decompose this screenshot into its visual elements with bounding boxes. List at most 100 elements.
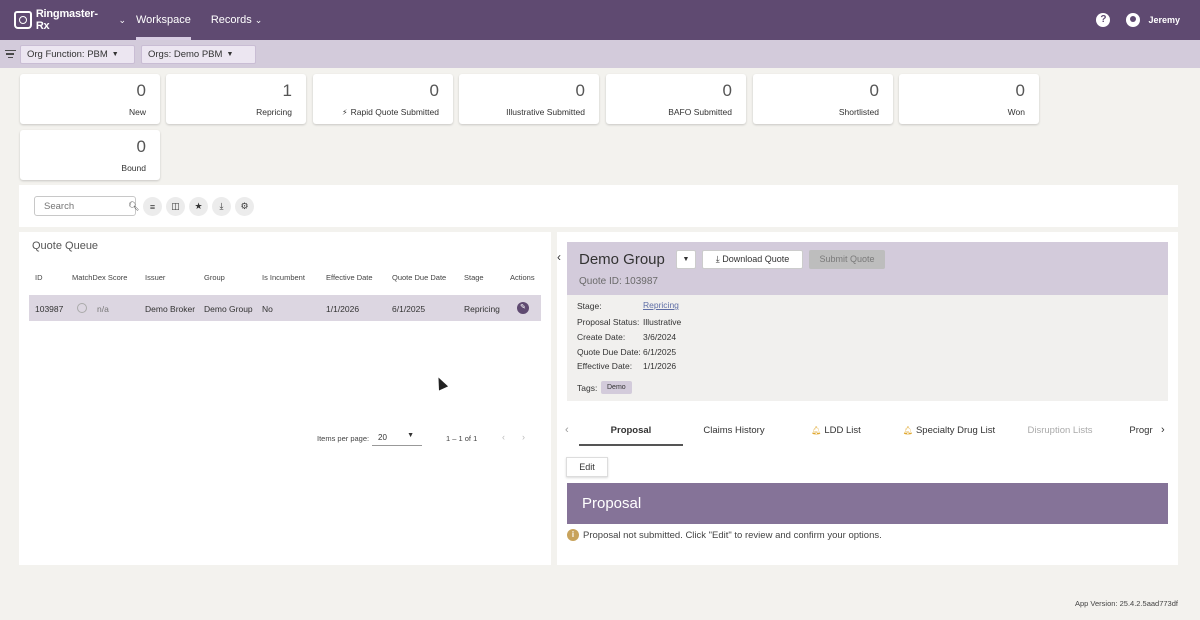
logo-icon: [14, 11, 32, 29]
effective-date-label: Effective Date:: [577, 361, 633, 371]
tabs-next-icon[interactable]: ›: [1161, 424, 1165, 436]
proposal-notice: i Proposal not submitted. Click "Edit" t…: [567, 529, 882, 541]
caret-down-icon: ▼: [226, 51, 234, 58]
column-header-stage[interactable]: Stage: [464, 273, 484, 282]
quote-due-date-value: 6/1/2025: [643, 347, 677, 357]
column-header-issuer[interactable]: Issuer: [145, 273, 165, 282]
stat-card-rapid-quote[interactable]: 0 ⚡ Rapid Quote Submitted: [313, 74, 453, 124]
org-function-filter[interactable]: Org Function: PBM ▼: [20, 45, 135, 64]
filter-list-button[interactable]: ≡: [143, 197, 162, 216]
cell-stage: Repricing: [464, 304, 500, 314]
nav-workspace[interactable]: Workspace: [126, 0, 201, 40]
cell-effective-date: 1/1/2026: [326, 304, 360, 314]
export-button[interactable]: ⤓: [212, 197, 231, 216]
cell-incumbent: No: [262, 304, 273, 314]
stat-card-shortlisted[interactable]: 0 Shortlisted: [753, 74, 893, 124]
tab-proposal[interactable]: Proposal: [579, 418, 683, 446]
nav-records[interactable]: Records ⌄: [201, 0, 273, 40]
stat-label: Shortlisted: [838, 107, 879, 117]
stat-label: New: [128, 107, 146, 117]
proposal-notice-text: Proposal not submitted. Click "Edit" to …: [583, 529, 882, 541]
nav-records-label: Records: [210, 14, 252, 26]
tabs-prev-icon[interactable]: ‹: [565, 424, 569, 436]
columns-icon: ◫: [171, 201, 180, 211]
column-header-id[interactable]: ID: [35, 273, 43, 282]
stat-value: 0: [575, 81, 585, 100]
edit-button[interactable]: Edit: [566, 457, 608, 477]
stat-label: Won: [1007, 107, 1025, 117]
gear-icon: ⚙: [240, 201, 249, 211]
help-icon[interactable]: ?: [1096, 13, 1111, 27]
stat-card-bafo[interactable]: 0 BAFO Submitted: [606, 74, 746, 124]
tag-badge[interactable]: Demo: [601, 381, 632, 394]
detail-menu-button[interactable]: ▼: [676, 250, 696, 269]
prev-page-icon[interactable]: ‹: [502, 432, 505, 442]
stat-value: 0: [869, 81, 879, 100]
orgs-filter[interactable]: Orgs: Demo PBM ▼: [141, 45, 256, 64]
chevron-left-icon[interactable]: ‹: [557, 250, 561, 264]
stage-label: Stage:: [577, 301, 602, 311]
stat-card-won[interactable]: 0 Won: [899, 74, 1039, 124]
caret-down-icon: ▼: [111, 51, 119, 58]
column-header-incumbent[interactable]: Is Incumbent: [262, 273, 305, 282]
stat-card-repricing[interactable]: 1 Repricing: [166, 74, 306, 124]
stat-value: 1: [282, 81, 292, 100]
user-name[interactable]: Jeremy: [1148, 15, 1180, 25]
search-box[interactable]: 🔍︎: [34, 196, 139, 216]
page-range: 1 – 1 of 1: [446, 434, 478, 443]
stat-card-new[interactable]: 0 New: [20, 74, 160, 124]
user-avatar-icon[interactable]: [1126, 13, 1141, 27]
cell-id: 103987: [35, 304, 64, 314]
filter-lines-icon: ≡: [149, 201, 156, 212]
submit-quote-button[interactable]: Submit Quote: [809, 250, 885, 269]
orgs-label: Orgs: Demo PBM: [148, 49, 223, 60]
tab-claims-history[interactable]: Claims History: [692, 418, 776, 446]
column-header-due-date[interactable]: Quote Due Date: [392, 273, 446, 282]
org-function-label: Org Function: PBM: [27, 49, 108, 60]
stat-card-bound[interactable]: 0 Bound: [20, 130, 160, 180]
items-per-page-select[interactable]: 20 ▼: [372, 431, 422, 446]
proposal-section-title: Proposal: [567, 483, 1168, 524]
create-date-label: Create Date:: [577, 332, 626, 342]
search-icon[interactable]: 🔍︎: [128, 201, 139, 212]
chevron-down-icon[interactable]: ⌄: [118, 15, 126, 26]
download-icon: ⤓: [715, 254, 720, 264]
favorites-button[interactable]: ★: [189, 197, 208, 216]
stat-label-wrap: ⚡ Rapid Quote Submitted: [342, 107, 439, 117]
stage-link[interactable]: Repricing: [643, 300, 679, 310]
app-logo[interactable]: Ringmaster-Rx ⌄: [14, 8, 126, 32]
detail-fields: Stage: Repricing Proposal Status: Illust…: [567, 295, 1168, 401]
next-page-icon[interactable]: ›: [522, 432, 525, 442]
tab-ldd-list[interactable]: 🔔︎ LDD List: [803, 418, 869, 446]
detail-header: Demo Group Quote ID: 103987 ▼ ⤓ Download…: [567, 242, 1168, 295]
detail-group-name: Demo Group: [579, 251, 665, 268]
bell-icon: 🔔︎: [811, 426, 822, 435]
settings-button[interactable]: ⚙: [235, 197, 254, 216]
effective-date-value: 1/1/2026: [643, 361, 677, 371]
column-header-group[interactable]: Group: [204, 273, 225, 282]
stat-label: Bound: [121, 163, 146, 173]
tab-program[interactable]: Progr: [1127, 418, 1155, 446]
quote-due-date-label: Quote Due Date:: [577, 347, 641, 357]
cell-group: Demo Group: [204, 304, 253, 314]
detail-quote-id: Quote ID: 103987: [579, 276, 658, 287]
stat-value: 0: [136, 81, 146, 100]
edit-pencil-icon[interactable]: ✎: [517, 302, 529, 314]
items-per-page-value: 20: [378, 433, 387, 442]
tab-specialty-drug-list[interactable]: 🔔︎ Specialty Drug List: [892, 418, 1006, 446]
download-quote-button[interactable]: ⤓ Download Quote: [702, 250, 803, 269]
bell-icon: 🔔︎: [902, 426, 913, 435]
panel-title: Quote Queue: [32, 240, 99, 252]
app-version: App Version: 25.4.2.5aad773df: [1074, 599, 1178, 608]
column-header-score[interactable]: MatchDex Score: [72, 273, 127, 282]
search-input[interactable]: [44, 198, 128, 214]
filter-bar: Org Function: PBM ▼ Orgs: Demo PBM ▼: [0, 40, 1200, 68]
stat-label: Repricing: [256, 107, 292, 117]
column-header-effective-date[interactable]: Effective Date: [326, 273, 373, 282]
quote-queue-panel: Quote Queue ID MatchDex Score Issuer Gro…: [19, 232, 551, 565]
items-per-page-label: Items per page:: [317, 434, 370, 443]
filter-icon[interactable]: [4, 49, 16, 59]
columns-button[interactable]: ◫: [166, 197, 185, 216]
table-row[interactable]: 103987 n/a Demo Broker Demo Group No 1/1…: [29, 295, 541, 321]
stat-card-illustrative[interactable]: 0 Illustrative Submitted: [459, 74, 599, 124]
